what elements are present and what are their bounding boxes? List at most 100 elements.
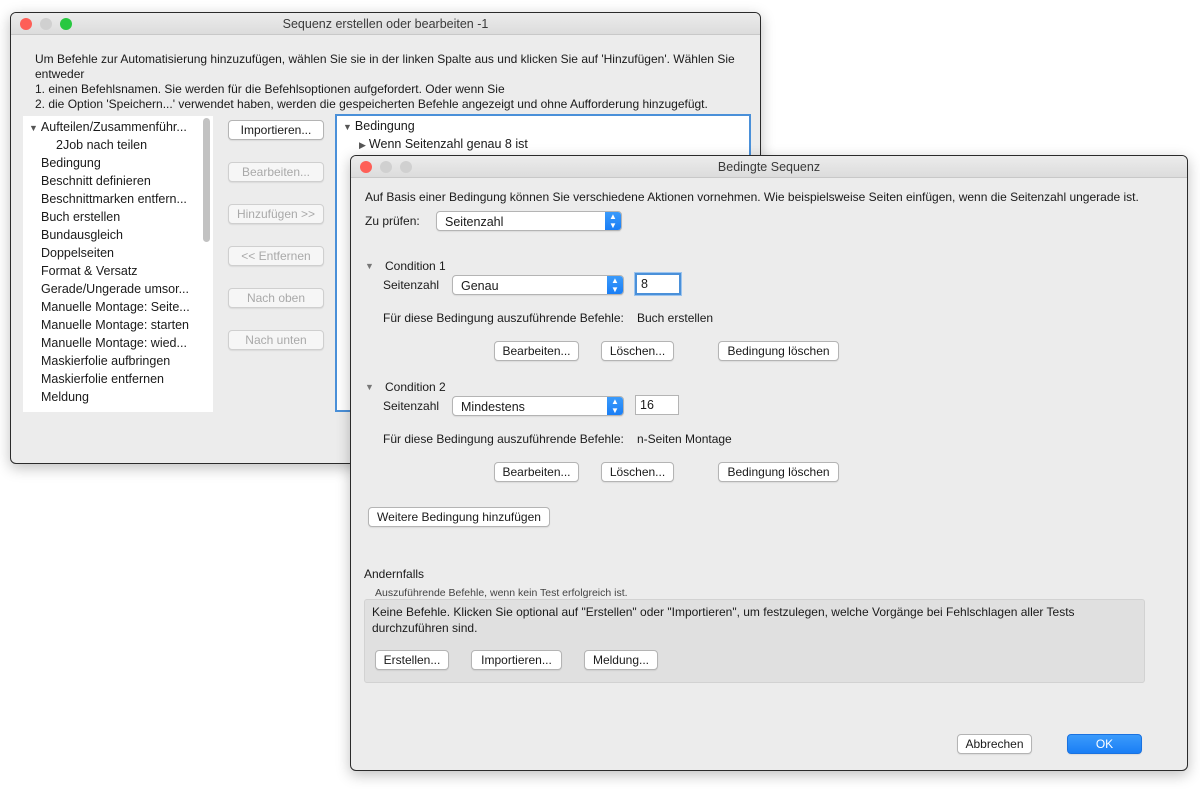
condition-2-field-label: Seitenzahl <box>383 399 440 413</box>
otherwise-text-line-1: Keine Befehle. Klicken Sie optional auf … <box>372 605 1075 619</box>
move-down-button[interactable]: Nach unten <box>228 330 324 350</box>
disclosure-right-icon[interactable]: ▶ <box>359 136 366 154</box>
otherwise-subtitle: Auszuführende Befehle, wenn kein Test er… <box>375 587 628 599</box>
condition-2-value-input[interactable]: 16 <box>635 395 679 415</box>
list-item[interactable]: Manuelle Montage: Seite... <box>23 298 213 316</box>
condition-2-title: Condition 2 <box>385 380 446 394</box>
otherwise-title: Andernfalls <box>364 567 425 581</box>
dialog-window-controls <box>360 161 412 173</box>
disclosure-down-icon[interactable]: ▼ <box>343 118 352 136</box>
ok-button[interactable]: OK <box>1067 734 1142 754</box>
instruction-line-3: 1. einen Befehlsnamen. Sie werden für di… <box>35 82 505 96</box>
condition-2-commands-label: Für diese Bedingung auszuführende Befehl… <box>383 432 624 446</box>
condition-2-commands-value: n-Seiten Montage <box>637 432 732 446</box>
condition-1-operator-value: Genau <box>461 279 499 293</box>
condition-1-operator-select[interactable]: Genau ▲ ▼ <box>452 275 624 295</box>
zoom-button[interactable] <box>60 18 72 30</box>
tree-item[interactable]: ▼ Bedingung <box>337 117 749 135</box>
instruction-line-2: entweder <box>35 67 85 81</box>
list-item-label: Aufteilen/Zusammenführ... <box>40 120 187 134</box>
list-item-label: Bundausgleich <box>41 228 124 242</box>
add-button[interactable]: Hinzufügen >> <box>228 204 324 224</box>
tree-item[interactable]: ▶ Wenn Seitenzahl genau 8 ist <box>337 135 749 153</box>
dialog-titlebar: Bedingte Sequenz <box>351 156 1187 178</box>
dialog-title: Bedingte Sequenz <box>717 160 821 174</box>
condition-1-remove-button[interactable]: Bedingung löschen <box>718 341 839 361</box>
list-item[interactable]: 2Job nach teilen <box>23 136 213 154</box>
import-button[interactable]: Importieren... <box>228 120 324 140</box>
list-item[interactable]: Gerade/Ungerade umsor... <box>23 280 213 298</box>
list-item[interactable]: Manuelle Montage: wied... <box>23 334 213 352</box>
sequence-window-titlebar: Sequenz erstellen oder bearbeiten -1 <box>11 13 760 35</box>
check-select[interactable]: Seitenzahl ▲ ▼ <box>436 211 622 231</box>
close-button[interactable] <box>360 161 372 173</box>
otherwise-import-button[interactable]: Importieren... <box>471 650 562 670</box>
list-item[interactable]: Doppelseiten <box>23 244 213 262</box>
check-label: Zu prüfen: <box>365 214 420 228</box>
instruction-line-1: Um Befehle zur Automatisierung hinzuzufü… <box>35 52 735 66</box>
otherwise-panel: Keine Befehle. Klicken Sie optional auf … <box>364 599 1145 683</box>
list-item[interactable]: Beschnittmarken entfern... <box>23 190 213 208</box>
disclosure-down-icon[interactable]: ▼ <box>29 119 38 137</box>
condition-2-delete-button[interactable]: Löschen... <box>601 462 674 482</box>
zoom-button[interactable] <box>400 161 412 173</box>
command-list[interactable]: ▼ Aufteilen/Zusammenführ... 2Job nach tei… <box>23 116 213 412</box>
condition-1-commands-value: Buch erstellen <box>637 311 714 325</box>
condition-2-disclosure-icon[interactable]: ▼ <box>365 382 374 392</box>
list-item-label: Bedingung <box>41 156 101 170</box>
conditional-sequence-dialog: Bedingte Sequenz Auf Basis einer Bedingu… <box>350 155 1188 771</box>
list-item-label: Format & Versatz <box>41 264 138 278</box>
chevron-updown-icon: ▲ ▼ <box>607 276 623 294</box>
otherwise-create-button[interactable]: Erstellen... <box>375 650 449 670</box>
list-item[interactable]: Beschnitt definieren <box>23 172 213 190</box>
condition-2-remove-button[interactable]: Bedingung löschen <box>718 462 839 482</box>
window-title: Sequenz erstellen oder bearbeiten -1 <box>282 17 489 31</box>
condition-1-title: Condition 1 <box>385 259 446 273</box>
list-item[interactable]: Maskierfolie aufbringen <box>23 352 213 370</box>
condition-1-commands-label: Für diese Bedingung auszuführende Befehl… <box>383 311 624 325</box>
list-scrollbar[interactable] <box>203 118 210 242</box>
move-up-button[interactable]: Nach oben <box>228 288 324 308</box>
chevron-updown-icon: ▲ ▼ <box>607 397 623 415</box>
list-item[interactable]: Bundausgleich <box>23 226 213 244</box>
list-item-label: Manuelle Montage: Seite... <box>41 300 190 314</box>
check-select-value: Seitenzahl <box>445 215 504 229</box>
condition-1-edit-button[interactable]: Bearbeiten... <box>494 341 579 361</box>
list-item-label: Buch erstellen <box>41 210 121 224</box>
condition-1-disclosure-icon[interactable]: ▼ <box>365 261 374 271</box>
list-item[interactable]: Manuelle Montage: starten <box>23 316 213 334</box>
otherwise-message-button[interactable]: Meldung... <box>584 650 658 670</box>
condition-2-edit-button[interactable]: Bearbeiten... <box>494 462 579 482</box>
condition-2-operator-value: Mindestens <box>461 400 525 414</box>
list-item-label: Beschnitt definieren <box>41 174 151 188</box>
list-item-label: Beschnittmarken entfern... <box>41 192 187 206</box>
edit-button[interactable]: Bearbeiten... <box>228 162 324 182</box>
list-item[interactable]: Format & Versatz <box>23 262 213 280</box>
list-item[interactable]: Buch erstellen <box>23 208 213 226</box>
condition-1-value-input[interactable]: 8 <box>634 272 682 296</box>
list-item-label: Manuelle Montage: starten <box>41 318 190 332</box>
window-controls <box>20 18 72 30</box>
close-button[interactable] <box>20 18 32 30</box>
minimize-button[interactable] <box>40 18 52 30</box>
add-condition-button[interactable]: Weitere Bedingung hinzufügen <box>368 507 550 527</box>
condition-2-operator-select[interactable]: Mindestens ▲ ▼ <box>452 396 624 416</box>
cancel-button[interactable]: Abbrechen <box>957 734 1032 754</box>
minimize-button[interactable] <box>380 161 392 173</box>
list-item-label: Manuelle Montage: wied... <box>41 336 187 350</box>
dialog-description: Auf Basis einer Bedingung können Sie ver… <box>365 190 1139 204</box>
list-item-label: Maskierfolie aufbringen <box>41 354 171 368</box>
chevron-updown-icon: ▲ ▼ <box>605 212 621 230</box>
list-item-label: Maskierfolie entfernen <box>41 372 164 386</box>
condition-1-field-label: Seitenzahl <box>383 278 440 292</box>
list-item-label: 2Job nach teilen <box>56 138 148 152</box>
remove-button[interactable]: << Entfernen <box>228 246 324 266</box>
condition-1-delete-button[interactable]: Löschen... <box>601 341 674 361</box>
list-item[interactable]: Maskierfolie entfernen <box>23 370 213 388</box>
list-item[interactable]: Bedingung <box>23 154 213 172</box>
otherwise-text-line-2: durchzuführen sind. <box>372 621 478 635</box>
list-item[interactable]: ▼ Aufteilen/Zusammenführ... <box>23 118 213 136</box>
tree-item-label: Bedingung <box>354 119 415 133</box>
list-item-label: Doppelseiten <box>41 246 114 260</box>
list-item[interactable]: Meldung <box>23 388 213 406</box>
